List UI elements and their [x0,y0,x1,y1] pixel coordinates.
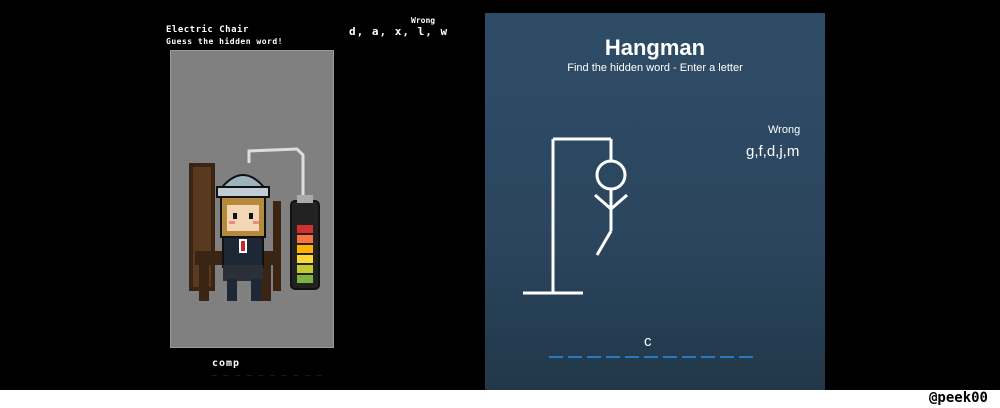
hangman-blank [625,356,639,358]
hangman-blank [701,356,715,358]
hangman-blank [549,356,563,358]
electric-chair-wrong-letters: d, a, x, l, w [349,25,449,38]
hangman-blank [720,356,734,358]
hangman-blank [663,356,677,358]
hangman-blank [682,356,696,358]
hangman-letter-blanks [549,356,753,358]
hangman-wrong-label: Wrong [768,124,801,136]
hangman-game: Hangman Find the hidden word - Enter a l… [485,13,825,390]
hangman-title: Hangman [604,35,706,60]
hangman-guessed-letter: c [644,333,652,350]
electric-chair-stage [170,50,334,348]
hangman-blank [739,356,753,358]
electric-chair-character-icon [189,147,320,301]
electric-chair-wrong-label: Wrong [411,16,436,25]
hangman-blank [644,356,658,358]
hangman-blank [568,356,582,358]
electric-chair-title: Electric Chair [166,25,249,35]
electric-chair-subtitle: Guess the hidden word! [166,37,283,46]
hangman-blank [587,356,601,358]
hangman-gallows-icon [523,137,628,295]
hangman-blank [606,356,620,358]
electric-chair-blanks: _ _ _ _ _ _ _ _ _ _ [212,367,323,376]
hangman-wrong-letters: g,f,d,j,m [746,143,800,160]
electric-chair-game: Electric Chair Guess the hidden word! Wr… [0,0,485,390]
hangman-subtitle: Find the hidden word - Enter a letter [567,62,743,74]
watermark-bar [0,390,1000,408]
watermark: @peek00 [928,390,988,406]
